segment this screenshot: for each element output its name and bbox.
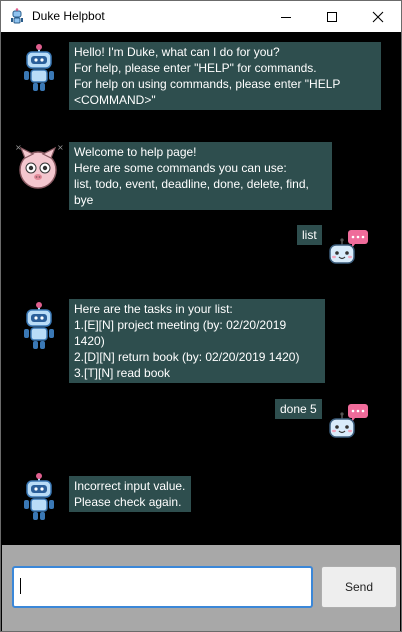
message-input[interactable] <box>12 566 313 608</box>
chat-robot-icon <box>328 229 368 274</box>
chat-area[interactable]: Hello! I'm Duke, what can I do for you? … <box>2 32 400 545</box>
maximize-icon <box>327 11 337 22</box>
app-robot-icon <box>10 8 24 30</box>
robot-icon <box>21 44 57 97</box>
send-button[interactable]: Send <box>321 566 397 608</box>
duke-message: Here are the tasks in your list: 1.[E][N… <box>69 299 325 383</box>
message-input-wrapper[interactable] <box>12 566 313 608</box>
pig-icon: × × <box>13 142 64 197</box>
app-window: Duke Helpbot Hello! I'm Duke, what can I… <box>0 0 402 632</box>
duke-message: Hello! I'm Duke, what can I do for you? … <box>69 42 381 110</box>
robot-icon <box>21 302 57 355</box>
duke-message: Welcome to help page! Here are some comm… <box>69 142 332 210</box>
title-bar[interactable]: Duke Helpbot <box>1 1 401 32</box>
close-icon <box>372 11 384 22</box>
svg-text:×: × <box>15 143 22 152</box>
svg-text:×: × <box>57 143 63 152</box>
input-bar: Send <box>2 545 400 631</box>
window-title: Duke Helpbot <box>32 9 105 23</box>
minimize-icon <box>281 16 291 18</box>
chat-robot-icon <box>328 403 368 448</box>
maximize-button[interactable] <box>309 1 355 32</box>
user-message: list <box>297 225 322 245</box>
robot-icon <box>21 473 57 526</box>
duke-message: Incorrect input value. Please check agai… <box>69 476 191 512</box>
minimize-button[interactable] <box>263 1 309 32</box>
close-button[interactable] <box>355 1 401 32</box>
text-caret <box>20 578 21 594</box>
user-message: done 5 <box>275 399 322 419</box>
